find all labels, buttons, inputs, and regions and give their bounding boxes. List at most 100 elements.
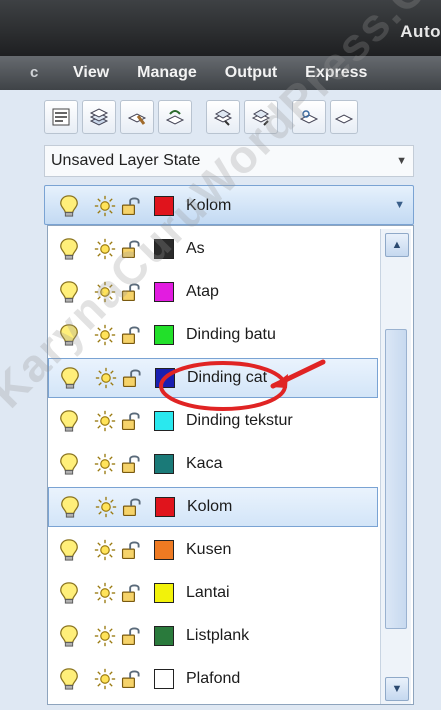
menu-bar: c View Manage Output Express — [0, 56, 441, 90]
layer-color-swatch[interactable] — [154, 411, 174, 431]
layer-row[interactable]: Kolom — [48, 487, 378, 527]
layer-name: Plafond — [186, 670, 241, 687]
layer-row[interactable]: Dinding cat — [48, 358, 378, 398]
menu-output[interactable]: Output — [211, 64, 291, 82]
sun-thaw-icon[interactable] — [92, 236, 118, 262]
layer-state-dropdown[interactable]: Unsaved Layer State ▼ — [44, 145, 414, 177]
layer-color-swatch[interactable] — [154, 282, 174, 302]
layer-row[interactable]: Atap — [48, 272, 378, 312]
unlock-icon[interactable] — [118, 408, 144, 434]
sun-thaw-icon[interactable] — [92, 322, 118, 348]
menu-express[interactable]: Express — [291, 64, 381, 82]
sun-thaw-icon[interactable] — [93, 494, 119, 520]
sun-thaw-icon[interactable] — [92, 451, 118, 477]
unlock-icon[interactable] — [118, 666, 144, 692]
lightbulb-on-icon[interactable] — [56, 322, 82, 348]
lightbulb-on-icon[interactable] — [56, 580, 82, 606]
layer-row[interactable]: Listplank — [48, 616, 378, 656]
unlock-icon[interactable] — [118, 451, 144, 477]
layer-color-swatch[interactable] — [155, 497, 175, 517]
sun-thaw-icon[interactable] — [93, 365, 119, 391]
unlock-icon[interactable] — [118, 322, 144, 348]
layer-match-icon — [127, 113, 147, 125]
unlock-icon[interactable] — [119, 365, 145, 391]
unlock-icon[interactable] — [118, 236, 144, 262]
unlock-icon — [118, 193, 144, 219]
layer-row[interactable]: Kusen — [48, 530, 378, 570]
layer-row[interactable]: Dinding batu — [48, 315, 378, 355]
layer-name: As — [186, 240, 205, 257]
layer-color-swatch[interactable] — [154, 325, 174, 345]
layer-name: Kaca — [186, 455, 223, 472]
lightbulb-on-icon[interactable] — [57, 365, 83, 391]
unlock-icon[interactable] — [118, 537, 144, 563]
layer-previous-icon — [165, 110, 185, 125]
layer-name: Kolom — [186, 197, 232, 214]
sun-thaw-icon[interactable] — [92, 537, 118, 563]
scroll-down-button[interactable]: ▼ — [385, 677, 409, 701]
unlock-icon[interactable] — [118, 580, 144, 606]
lightbulb-on-icon[interactable] — [56, 408, 82, 434]
sun-thaw-icon[interactable] — [92, 623, 118, 649]
current-layer: Kolom — [48, 186, 388, 226]
lightbulb-on-icon[interactable] — [56, 623, 82, 649]
layer-row[interactable]: Dinding tekstur — [48, 401, 378, 441]
lightbulb-on-icon[interactable] — [56, 279, 82, 305]
layer-row[interactable]: As — [48, 229, 378, 269]
layer-color-swatch[interactable] — [154, 540, 174, 560]
layer-color-swatch[interactable] — [154, 239, 174, 259]
layer-name: Listplank — [186, 627, 250, 644]
sun-thaw-icon[interactable] — [92, 279, 118, 305]
scroll-up-button[interactable]: ▲ — [385, 233, 409, 257]
layer-unisolate-icon — [251, 109, 271, 126]
layer-name: Atap — [186, 283, 219, 300]
scrollbar[interactable]: ▲ ▼ — [380, 229, 411, 704]
menu-view[interactable]: View — [0, 64, 123, 82]
lightbulb-on-icon[interactable] — [56, 236, 82, 262]
unlock-icon[interactable] — [119, 494, 145, 520]
layer-color-swatch — [154, 196, 174, 216]
layer-row[interactable]: Lantai — [48, 573, 378, 613]
menu-manage[interactable]: Manage — [123, 64, 211, 82]
layer-states-icon — [89, 108, 109, 126]
layer-name: Lantai — [186, 584, 230, 601]
layer-toolbar — [44, 100, 358, 134]
window-title: Auto — [400, 22, 441, 41]
lightbulb-on-icon[interactable] — [56, 666, 82, 692]
title-bar: Auto — [0, 0, 441, 57]
lightbulb-on-icon — [56, 193, 82, 219]
sun-thaw-icon[interactable] — [92, 580, 118, 606]
layer-name: Kusen — [186, 541, 232, 558]
layer-color-swatch[interactable] — [154, 669, 174, 689]
layer-color-swatch[interactable] — [154, 626, 174, 646]
lightbulb-on-icon[interactable] — [57, 494, 83, 520]
unlock-icon[interactable] — [118, 623, 144, 649]
lightbulb-on-icon[interactable] — [56, 537, 82, 563]
layer-name: Dinding batu — [186, 326, 276, 343]
layer-row[interactable]: Plafond — [48, 659, 378, 699]
layer-off-icon — [334, 114, 354, 124]
layer-properties-button[interactable] — [44, 100, 78, 134]
layer-unisolate-button[interactable] — [244, 100, 278, 134]
sun-thaw-icon[interactable] — [92, 666, 118, 692]
layer-isolate-button[interactable] — [206, 100, 240, 134]
layer-color-swatch[interactable] — [154, 583, 174, 603]
layer-freeze-icon — [299, 110, 319, 124]
sun-thaw-icon — [92, 193, 118, 219]
layer-name: Dinding tekstur — [186, 412, 293, 429]
lightbulb-on-icon[interactable] — [56, 451, 82, 477]
layer-row[interactable]: Kaca — [48, 444, 378, 484]
menu-item-cut[interactable]: c — [30, 64, 38, 81]
unlock-icon[interactable] — [118, 279, 144, 305]
layer-color-swatch[interactable] — [155, 368, 175, 388]
layer-previous-button[interactable] — [158, 100, 192, 134]
chevron-down-icon: ▼ — [394, 199, 405, 211]
layer-match-button[interactable] — [120, 100, 154, 134]
layer-off-button[interactable] — [330, 100, 358, 134]
layer-color-swatch[interactable] — [154, 454, 174, 474]
scroll-thumb[interactable] — [385, 329, 407, 629]
layer-states-button[interactable] — [82, 100, 116, 134]
sun-thaw-icon[interactable] — [92, 408, 118, 434]
layer-freeze-button[interactable] — [292, 100, 326, 134]
layer-name: Kolom — [187, 498, 233, 515]
